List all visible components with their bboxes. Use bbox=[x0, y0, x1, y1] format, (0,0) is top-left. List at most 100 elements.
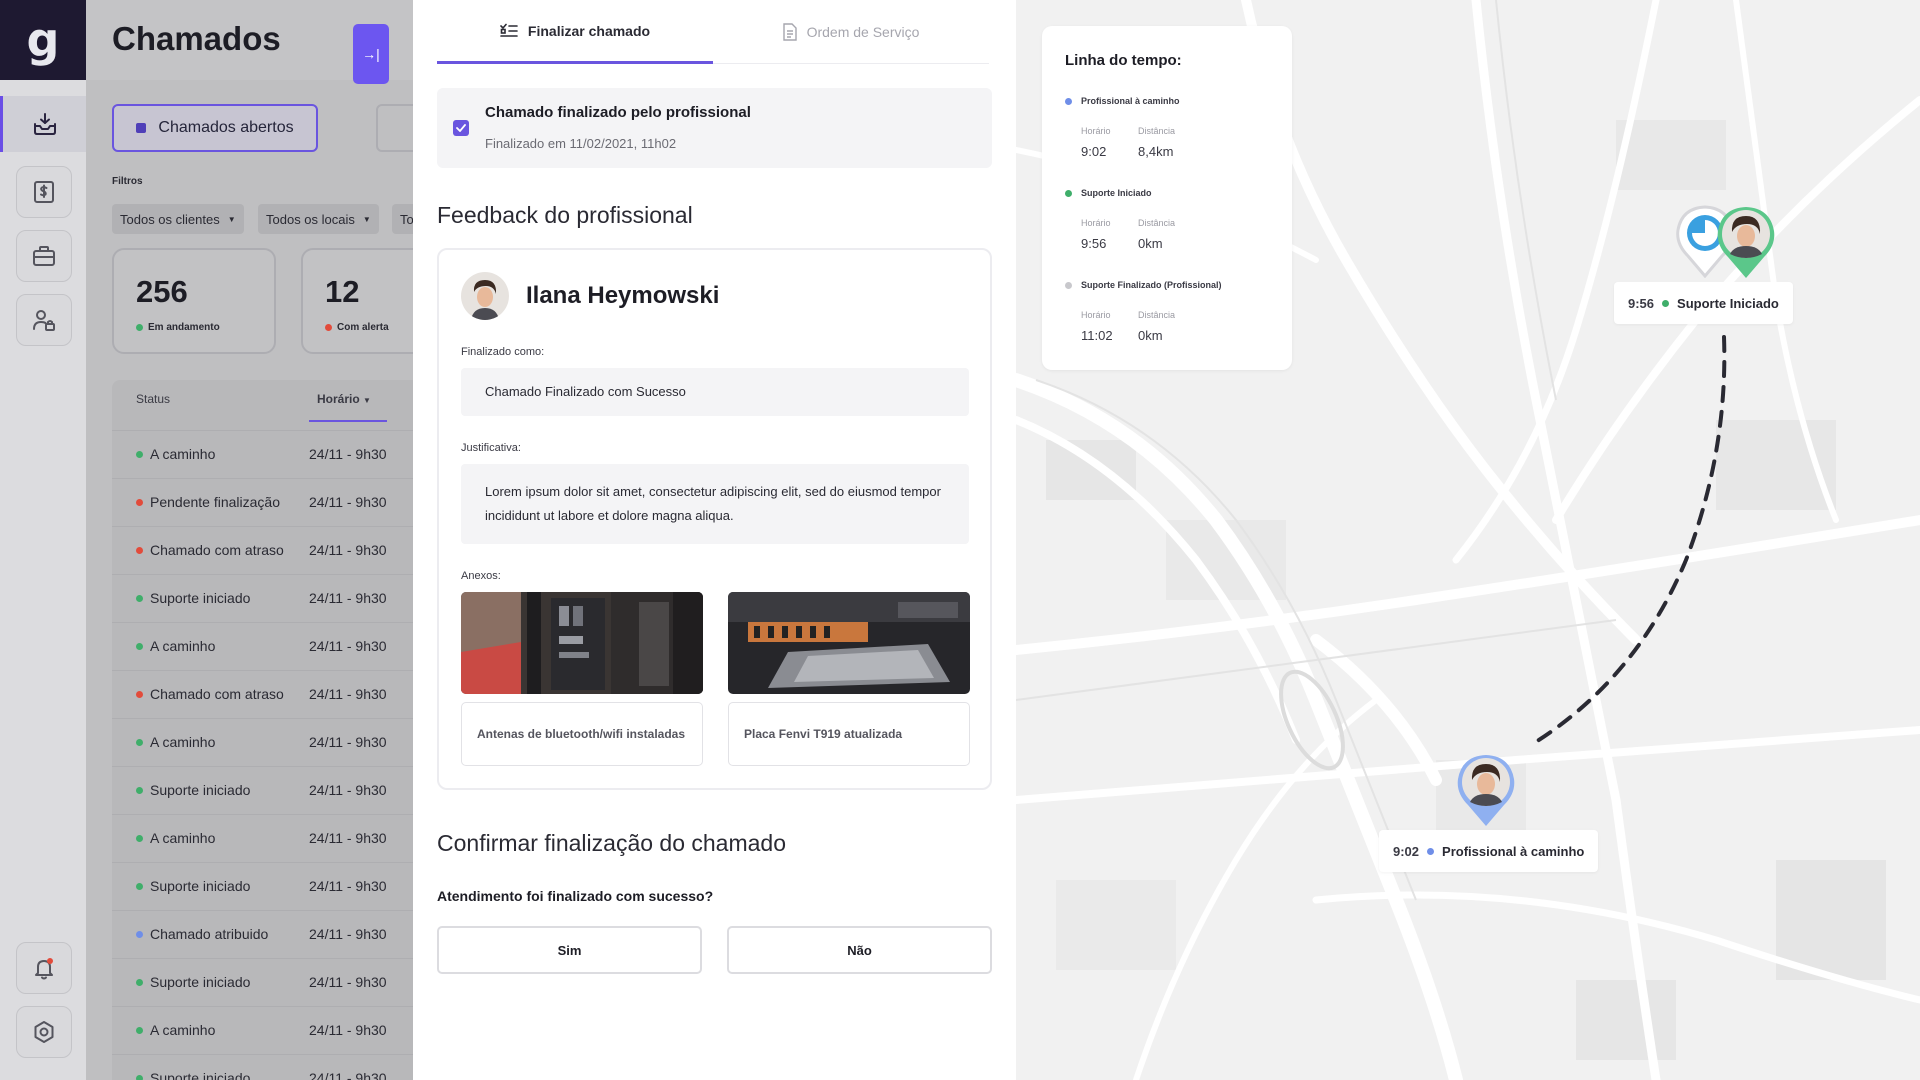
settings-gear-icon bbox=[34, 1021, 54, 1043]
collapse-arrow-icon: →| bbox=[362, 46, 380, 62]
filter-locations[interactable]: Todos os locais ▼ bbox=[258, 204, 379, 234]
notice-title: Chamado finalizado pelo profissional bbox=[485, 104, 751, 121]
row-time: 24/11 - 9h30 bbox=[309, 1070, 387, 1080]
timeline-dot bbox=[1065, 98, 1072, 105]
row-status: Pendente finalização bbox=[136, 494, 280, 510]
row-time: 24/11 - 9h30 bbox=[309, 494, 387, 510]
column-header-status[interactable]: Status bbox=[136, 392, 170, 406]
table-row[interactable]: Chamado atribuido 24/11 - 9h30 bbox=[112, 910, 413, 958]
check-icon bbox=[456, 124, 466, 132]
timeline-time: 9:56 bbox=[1081, 236, 1107, 251]
ticket-drawer: Finalizar chamado Ordem de Serviço Chama… bbox=[413, 0, 1016, 1080]
row-time: 24/11 - 9h30 bbox=[309, 686, 387, 702]
table-row[interactable]: Suporte iniciado 24/11 - 9h30 bbox=[112, 862, 413, 910]
row-status-text: A caminho bbox=[150, 1022, 216, 1038]
table-row[interactable]: Suporte iniciado 24/11 - 9h30 bbox=[112, 958, 413, 1006]
tab-service-order[interactable]: Ordem de Serviço bbox=[713, 0, 989, 64]
filter-more[interactable]: To bbox=[392, 204, 413, 234]
checkbox-checked[interactable] bbox=[453, 120, 469, 136]
table-row[interactable]: A caminho 24/11 - 9h30 bbox=[112, 622, 413, 670]
professional-pin-transit[interactable] bbox=[1454, 752, 1518, 828]
attachments-label: Anexos: bbox=[461, 570, 501, 582]
status-dot bbox=[136, 834, 143, 842]
status-dot bbox=[136, 978, 143, 986]
table-row[interactable]: Suporte iniciado 24/11 - 9h30 bbox=[112, 574, 413, 622]
nav-billing[interactable] bbox=[16, 166, 72, 218]
row-time: 24/11 - 9h30 bbox=[309, 638, 387, 654]
row-status-text: A caminho bbox=[150, 830, 216, 846]
left-rail: g bbox=[0, 0, 86, 1080]
timeline-time: 11:02 bbox=[1081, 328, 1113, 343]
circuit-board-photo-icon bbox=[728, 592, 970, 694]
finished-as-label: Finalizado como: bbox=[461, 346, 545, 358]
kpi-value: 12 bbox=[325, 274, 360, 309]
table-row[interactable]: Chamado com atraso 24/11 - 9h30 bbox=[112, 526, 413, 574]
app-logo[interactable]: g bbox=[0, 0, 86, 80]
filters-label: Filtros bbox=[112, 176, 143, 187]
nav-services[interactable] bbox=[16, 230, 72, 282]
status-dot bbox=[136, 498, 143, 506]
map-view[interactable]: Linha do tempo: Profissional à caminho H… bbox=[1016, 0, 1920, 1080]
professional-pin-support[interactable] bbox=[1714, 204, 1778, 280]
yes-button[interactable]: Sim bbox=[437, 926, 702, 974]
justification-label: Justificativa: bbox=[461, 442, 521, 454]
kpi-alert[interactable]: 12 Com alerta bbox=[301, 248, 413, 354]
status-dot bbox=[136, 1074, 143, 1080]
row-status-text: Suporte iniciado bbox=[150, 782, 251, 798]
status-dot bbox=[136, 786, 143, 794]
nav-users[interactable] bbox=[16, 294, 72, 346]
column-header-time[interactable]: Horário ▼ bbox=[317, 392, 371, 406]
tab-next[interactable] bbox=[376, 104, 413, 152]
row-status: Chamado com atraso bbox=[136, 686, 284, 702]
status-dot bbox=[136, 324, 143, 331]
row-status: A caminho bbox=[136, 830, 215, 846]
status-dot bbox=[136, 738, 143, 746]
kpi-in-progress[interactable]: 256 Em andamento bbox=[112, 248, 276, 354]
row-time: 24/11 - 9h30 bbox=[309, 542, 387, 558]
table-row[interactable]: A caminho 24/11 - 9h30 bbox=[112, 718, 413, 766]
table-row[interactable]: A caminho 24/11 - 9h30 bbox=[112, 430, 413, 478]
kpi-label-text: Com alerta bbox=[337, 322, 389, 333]
filter-clients[interactable]: Todos os clientes ▼ bbox=[112, 204, 244, 234]
kpi-label-text: Em andamento bbox=[148, 322, 220, 333]
nav-inbox[interactable] bbox=[0, 96, 86, 152]
row-status: Chamado atribuido bbox=[136, 926, 268, 942]
table-row[interactable]: Chamado com atraso 24/11 - 9h30 bbox=[112, 670, 413, 718]
table-row[interactable]: Suporte iniciado 24/11 - 9h30 bbox=[112, 1054, 413, 1080]
row-status: Suporte iniciado bbox=[136, 590, 250, 606]
timeline-distance: 8,4km bbox=[1138, 144, 1174, 159]
attachment-image-2[interactable] bbox=[728, 592, 970, 694]
table-row[interactable]: Suporte iniciado 24/11 - 9h30 bbox=[112, 766, 413, 814]
status-dot bbox=[136, 594, 143, 602]
nav-settings[interactable] bbox=[16, 1006, 72, 1058]
invoice-dollar-icon bbox=[34, 181, 54, 203]
table-row[interactable]: Pendente finalização 24/11 - 9h30 bbox=[112, 478, 413, 526]
finished-as-value: Chamado Finalizado com Sucesso bbox=[485, 384, 686, 399]
status-dot bbox=[1427, 847, 1435, 855]
tab-finish-ticket[interactable]: Finalizar chamado bbox=[437, 0, 713, 64]
nav-notifications[interactable] bbox=[16, 942, 72, 994]
timeline-time: 9:02 bbox=[1081, 144, 1107, 159]
square-bullet-icon bbox=[136, 123, 147, 133]
no-button[interactable]: Não bbox=[727, 926, 992, 974]
sort-indicator bbox=[309, 420, 387, 422]
row-status: Suporte iniciado bbox=[136, 782, 250, 798]
notification-bell-icon bbox=[35, 958, 53, 980]
status-dot bbox=[136, 690, 143, 698]
checklist-icon bbox=[500, 23, 518, 37]
table-row[interactable]: A caminho 24/11 - 9h30 bbox=[112, 1006, 413, 1054]
map-label-support: 9:56 Suporte Iniciado bbox=[1614, 282, 1793, 324]
row-status: Chamado com atraso bbox=[136, 542, 284, 558]
row-time: 24/11 - 9h30 bbox=[309, 974, 387, 990]
timeline-event: Suporte Finalizado (Profissional) bbox=[1081, 280, 1222, 290]
timeline-key-distance: Distância bbox=[1138, 310, 1176, 320]
attachment-image-1[interactable] bbox=[461, 592, 703, 694]
row-status: A caminho bbox=[136, 1022, 215, 1038]
table-row[interactable]: A caminho 24/11 - 9h30 bbox=[112, 814, 413, 862]
collapse-drawer-button[interactable]: →| bbox=[353, 24, 389, 84]
tab-open-tickets[interactable]: Chamados abertos bbox=[112, 104, 318, 152]
filter-more-label: To bbox=[400, 211, 413, 227]
row-status: A caminho bbox=[136, 638, 215, 654]
finished-notice: Chamado finalizado pelo profissional Fin… bbox=[437, 88, 992, 168]
feedback-title: Feedback do profissional bbox=[437, 202, 693, 228]
